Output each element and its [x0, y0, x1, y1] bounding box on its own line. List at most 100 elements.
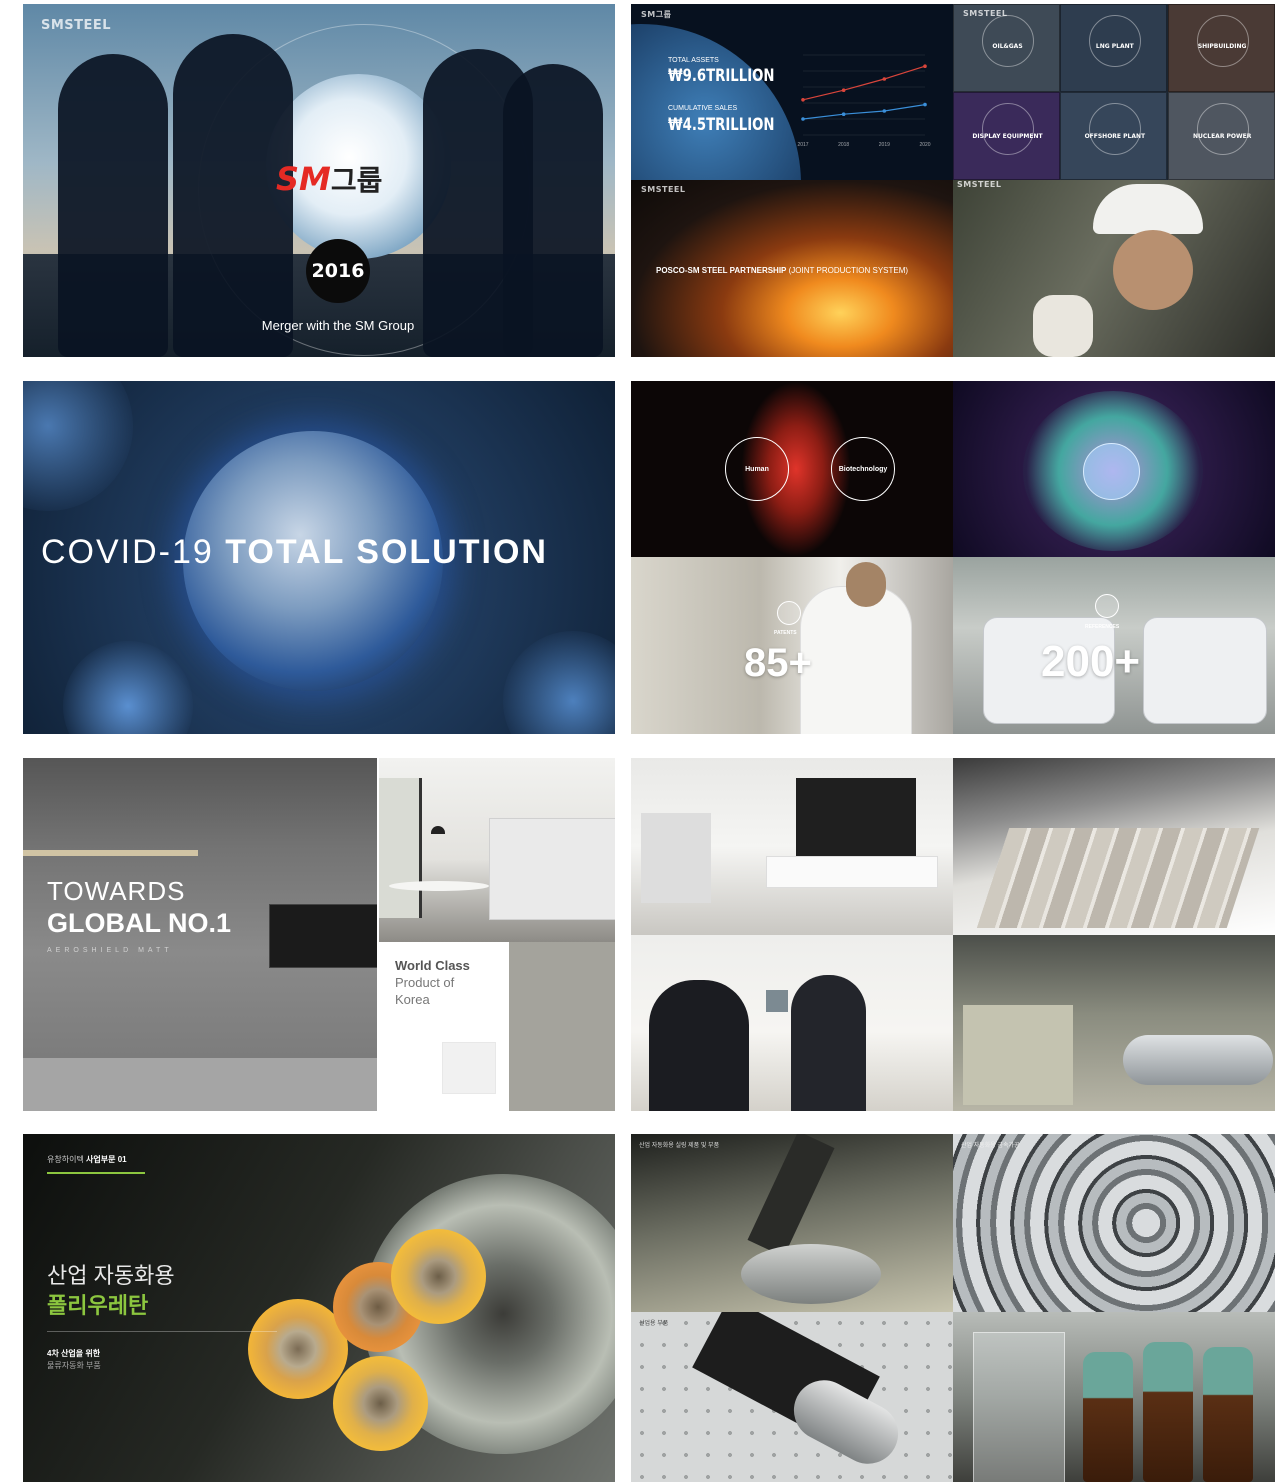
- section-tag: 유창하이텍 사업부문 01: [47, 1154, 127, 1165]
- year-badge: 2016: [306, 239, 370, 303]
- industry-label: OFFSHORE PLANT: [1084, 133, 1146, 140]
- bottle-1: [1083, 1352, 1133, 1482]
- industry-ring: [1089, 103, 1142, 155]
- industry-label: LNG PLANT: [1095, 43, 1134, 50]
- dining-table: [389, 881, 489, 891]
- merger-caption: Merger with the SM Group: [261, 318, 415, 333]
- virus-blur-right: [503, 631, 615, 734]
- bottles-tile: [953, 1312, 1275, 1482]
- silhouette-woman-left: [58, 54, 168, 357]
- sub-line1: 4차 산업을 위한: [47, 1349, 101, 1358]
- x-tick-label: 2020: [919, 142, 930, 148]
- series-point: [841, 112, 846, 116]
- series-point: [882, 109, 887, 113]
- black-kitchen-wall: [796, 778, 916, 858]
- human-label: Human: [745, 465, 769, 473]
- countertop-light: [23, 850, 198, 856]
- sm-group-merger-tile: SMSTEEL SM그룹 2016 Merger with the SM Gro…: [23, 4, 615, 357]
- sm-group-logo: SM그룹: [276, 159, 382, 199]
- covid-solution-tile: COVID-19 TOTAL SOLUTION: [23, 381, 615, 734]
- tile-label: 산업용 부품: [639, 1321, 669, 1327]
- virus-cell-tile: [953, 381, 1275, 557]
- tv-wall: [641, 813, 711, 903]
- total-assets-value: ₩9.6TRILLION: [668, 66, 775, 86]
- posco-partnership-tile: SMSTEEL POSCO-SM STEEL PARTNERSHIP (JOIN…: [631, 180, 953, 357]
- industry-label: DISPLAY EQUIPMENT: [972, 133, 1043, 140]
- sample-book-tile: [953, 758, 1275, 935]
- aeroshield-text: AEROSHIELD MATT: [47, 947, 173, 954]
- cell-core: [1083, 443, 1140, 500]
- series-point: [841, 88, 846, 92]
- sample-panel: [766, 990, 788, 1012]
- sub-line2: 물류자동화 부품: [47, 1361, 101, 1370]
- industry-ring: [982, 15, 1034, 67]
- brand-mark: SMSTEEL: [957, 180, 1002, 189]
- posco-caption: POSCO-SM STEEL PARTNERSHIP (JOINT PRODUC…: [656, 266, 908, 275]
- world-class-line2: Product of: [395, 975, 455, 990]
- year-text: 2016: [311, 260, 365, 282]
- sealing-parts-tile: 산업 자동화용 실링 제품 및 부품: [631, 1134, 953, 1312]
- machine-right: [1143, 617, 1267, 724]
- kitchen-global-tile: TOWARDS GLOBAL NO.1 AEROSHIELD MATT: [23, 758, 377, 1111]
- section-tag-light: 유창하이텍: [47, 1155, 84, 1164]
- covid-title-light: COVID-19: [41, 533, 214, 571]
- window: [379, 778, 422, 918]
- gray-panel: [509, 942, 615, 1111]
- industry-ring: [1089, 15, 1142, 67]
- assets-line-chart: 2017 2018 2019 2020: [797, 54, 931, 148]
- yellow-bearing-2: [391, 1229, 486, 1324]
- cabinets: [489, 818, 615, 920]
- posco-caption-light: (JOINT PRODUCTION SYSTEM): [788, 266, 909, 275]
- patent-icon: [777, 601, 801, 625]
- metal-disk: [741, 1244, 881, 1304]
- factory-line-tile: [953, 935, 1275, 1111]
- posco-caption-bold: POSCO-SM STEEL PARTNERSHIP: [656, 266, 787, 275]
- industry-cell: NUCLEAR POWER: [1167, 92, 1275, 180]
- series-point: [882, 77, 887, 81]
- references-label: REFERENCES: [1085, 624, 1120, 630]
- bio-tile: Human Biotechnology: [631, 381, 953, 557]
- virus-blur-left: [23, 381, 133, 511]
- industry-grid: OIL&GAS LNG PLANT SHIPBUILDING DISPLAY EQUI…: [953, 4, 1275, 180]
- robot-arm: [747, 1134, 835, 1257]
- towards-text: TOWARDS: [47, 876, 186, 906]
- industry-label: OIL&GAS: [992, 43, 1023, 50]
- brand-mark: SMSTEEL: [963, 9, 1008, 18]
- references-tile: REFERENCES 200+: [953, 557, 1275, 734]
- silhouette-man-left: [173, 34, 293, 357]
- yellow-bearing-3: [333, 1356, 428, 1451]
- series-point: [801, 98, 805, 102]
- x-tick-label: 2018: [838, 142, 849, 148]
- industries-tile: OIL&GAS LNG PLANT SHIPBUILDING DISPLAY EQUI…: [953, 4, 1275, 180]
- hard-hat: [1093, 184, 1203, 234]
- island-counter: [766, 856, 938, 888]
- industry-cell: DISPLAY EQUIPMENT: [953, 92, 1060, 180]
- industry-cell: SHIPBUILDING: [1167, 4, 1275, 92]
- divider-line: [47, 1331, 277, 1332]
- showroom-tile: [631, 758, 953, 935]
- pendant-lamp: [431, 826, 445, 834]
- tile-label: 산업 자동화용 실링 제품 및 부품: [639, 1143, 720, 1149]
- no1-emblem: [442, 1042, 496, 1094]
- worker-face: [1113, 230, 1193, 310]
- consultation-tile: [631, 935, 953, 1111]
- industry-cell: LNG PLANT: [1060, 4, 1168, 92]
- biotechnology-label: Biotechnology: [838, 465, 888, 473]
- section-tag-underline: [47, 1172, 145, 1174]
- industry-cell: OFFSHORE PLANT: [1060, 92, 1168, 180]
- human-circle: Human: [725, 437, 789, 501]
- patents-tile: PATENTS 85+: [631, 557, 953, 734]
- total-assets-label: TOTAL ASSETS: [668, 57, 719, 64]
- brand-mark: SMSTEEL: [41, 18, 112, 33]
- industry-label: NUCLEAR POWER: [1192, 133, 1252, 140]
- worker-glove: [1033, 295, 1093, 357]
- silhouette-woman-right: [503, 64, 603, 357]
- section-tag-bold: 사업부문 01: [86, 1155, 127, 1164]
- series-point: [801, 117, 805, 121]
- metal-machining-tile: 산업 자동화용 금속가공: [953, 1134, 1275, 1312]
- machine-frame: [963, 1005, 1073, 1105]
- bottle-3: [1203, 1347, 1253, 1482]
- covid-title-bold: TOTAL SOLUTION: [225, 533, 548, 571]
- industry-ring: [982, 103, 1034, 155]
- cumulative-sales-value: ₩4.5TRILLION: [668, 115, 775, 135]
